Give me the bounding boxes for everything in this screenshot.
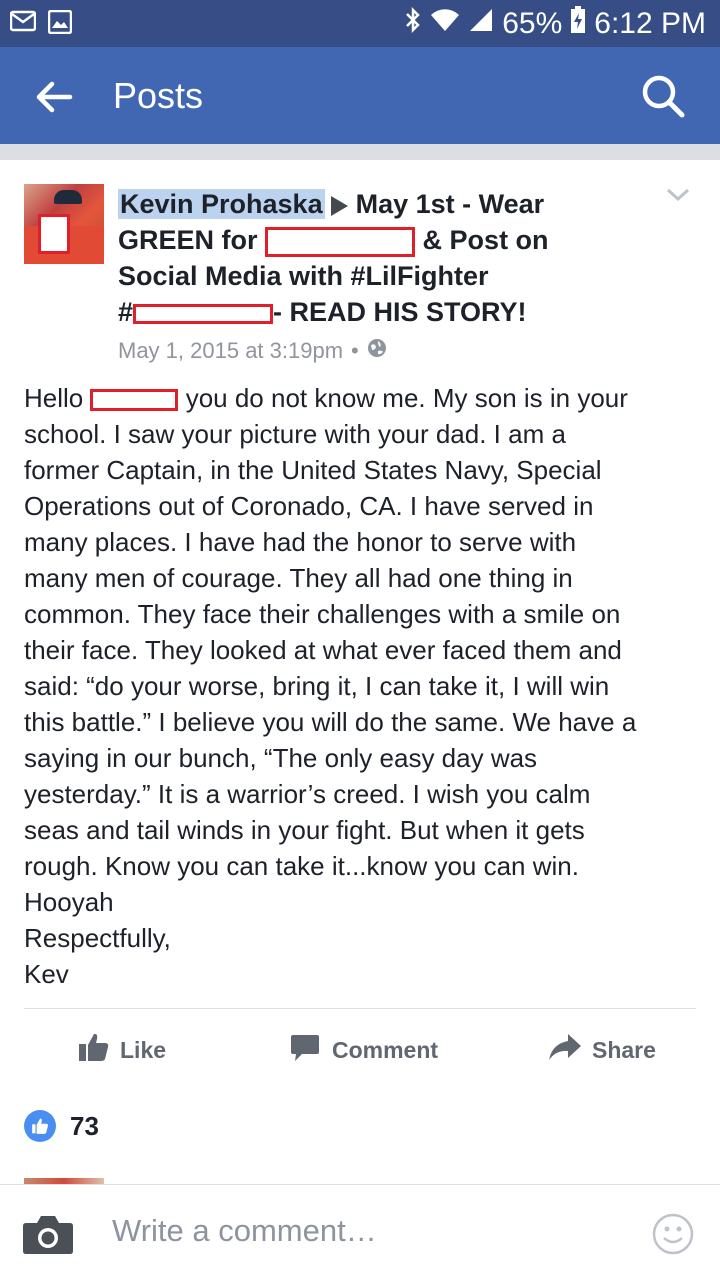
share-label: Share (592, 1036, 656, 1063)
target-title-6[interactable]: - READ HIS STORY! (273, 297, 527, 327)
share-arrow-icon (548, 1032, 582, 1068)
image-icon (47, 9, 73, 39)
body-line-1: you do not know me. My son is in your (178, 383, 628, 413)
arrow-left-icon[interactable] (34, 77, 74, 117)
comment-button[interactable]: Comment (290, 1032, 438, 1068)
like-reaction-icon (24, 1110, 56, 1142)
redaction-box (38, 214, 70, 254)
body-paragraph: school. I saw your picture with your dad… (24, 419, 637, 989)
post-body: Hello you do not know me. My son is in y… (24, 380, 704, 992)
emoji-icon[interactable] (652, 1213, 694, 1260)
battery-charging-icon (570, 6, 586, 42)
reaction-summary[interactable]: 73 (24, 1110, 99, 1142)
thumbs-up-icon (78, 1031, 110, 1069)
wifi-icon (430, 7, 460, 41)
meta-separator: • (351, 338, 359, 363)
post-header: Kevin Prohaska May 1st - Wear GREEN for &… (118, 186, 578, 330)
divider (24, 1008, 696, 1009)
post-card: Kevin Prohaska May 1st - Wear GREEN for &… (0, 160, 720, 1184)
chevron-down-icon[interactable] (666, 186, 690, 204)
comment-icon (290, 1032, 320, 1068)
feed-separator (0, 144, 720, 160)
arrow-right-icon (330, 195, 348, 216)
mail-icon (9, 10, 37, 39)
like-button[interactable]: Like (78, 1032, 166, 1068)
target-title-5[interactable]: # (118, 297, 133, 327)
target-title-3[interactable]: & Post on (423, 225, 549, 255)
reaction-count: 73 (70, 1110, 99, 1141)
timestamp[interactable]: May 1, 2015 at 3:19pm (118, 338, 343, 364)
comment-input[interactable]: Write a comment… (112, 1213, 377, 1249)
target-title-2[interactable]: GREEN for (118, 225, 258, 255)
greeting: Hello (24, 383, 84, 413)
target-title-4[interactable]: Social Media with #LilFighter (118, 261, 489, 291)
clock: 6:12 PM (594, 7, 706, 40)
search-icon[interactable] (640, 73, 686, 119)
app-bar: Posts (0, 47, 720, 144)
author-name[interactable]: Kevin Prohaska (118, 189, 325, 219)
post-meta: May 1, 2015 at 3:19pm • (118, 338, 387, 364)
avatar[interactable] (24, 184, 104, 264)
redaction-box (133, 303, 274, 324)
comment-label: Comment (332, 1036, 439, 1063)
bluetooth-icon (404, 6, 422, 42)
redaction-box (90, 389, 179, 412)
battery-level: 65% (502, 7, 563, 40)
camera-icon[interactable] (22, 1213, 74, 1260)
signal-icon (468, 7, 494, 41)
comment-composer: Write a comment… (0, 1184, 720, 1281)
page-title: Posts (113, 75, 204, 116)
status-bar: 65% 6:12 PM (0, 0, 720, 47)
redaction-box (265, 226, 416, 257)
like-label: Like (120, 1036, 167, 1063)
share-button[interactable]: Share (548, 1032, 656, 1068)
target-title-1[interactable]: May 1st - Wear (356, 189, 545, 219)
globe-icon (367, 338, 387, 364)
